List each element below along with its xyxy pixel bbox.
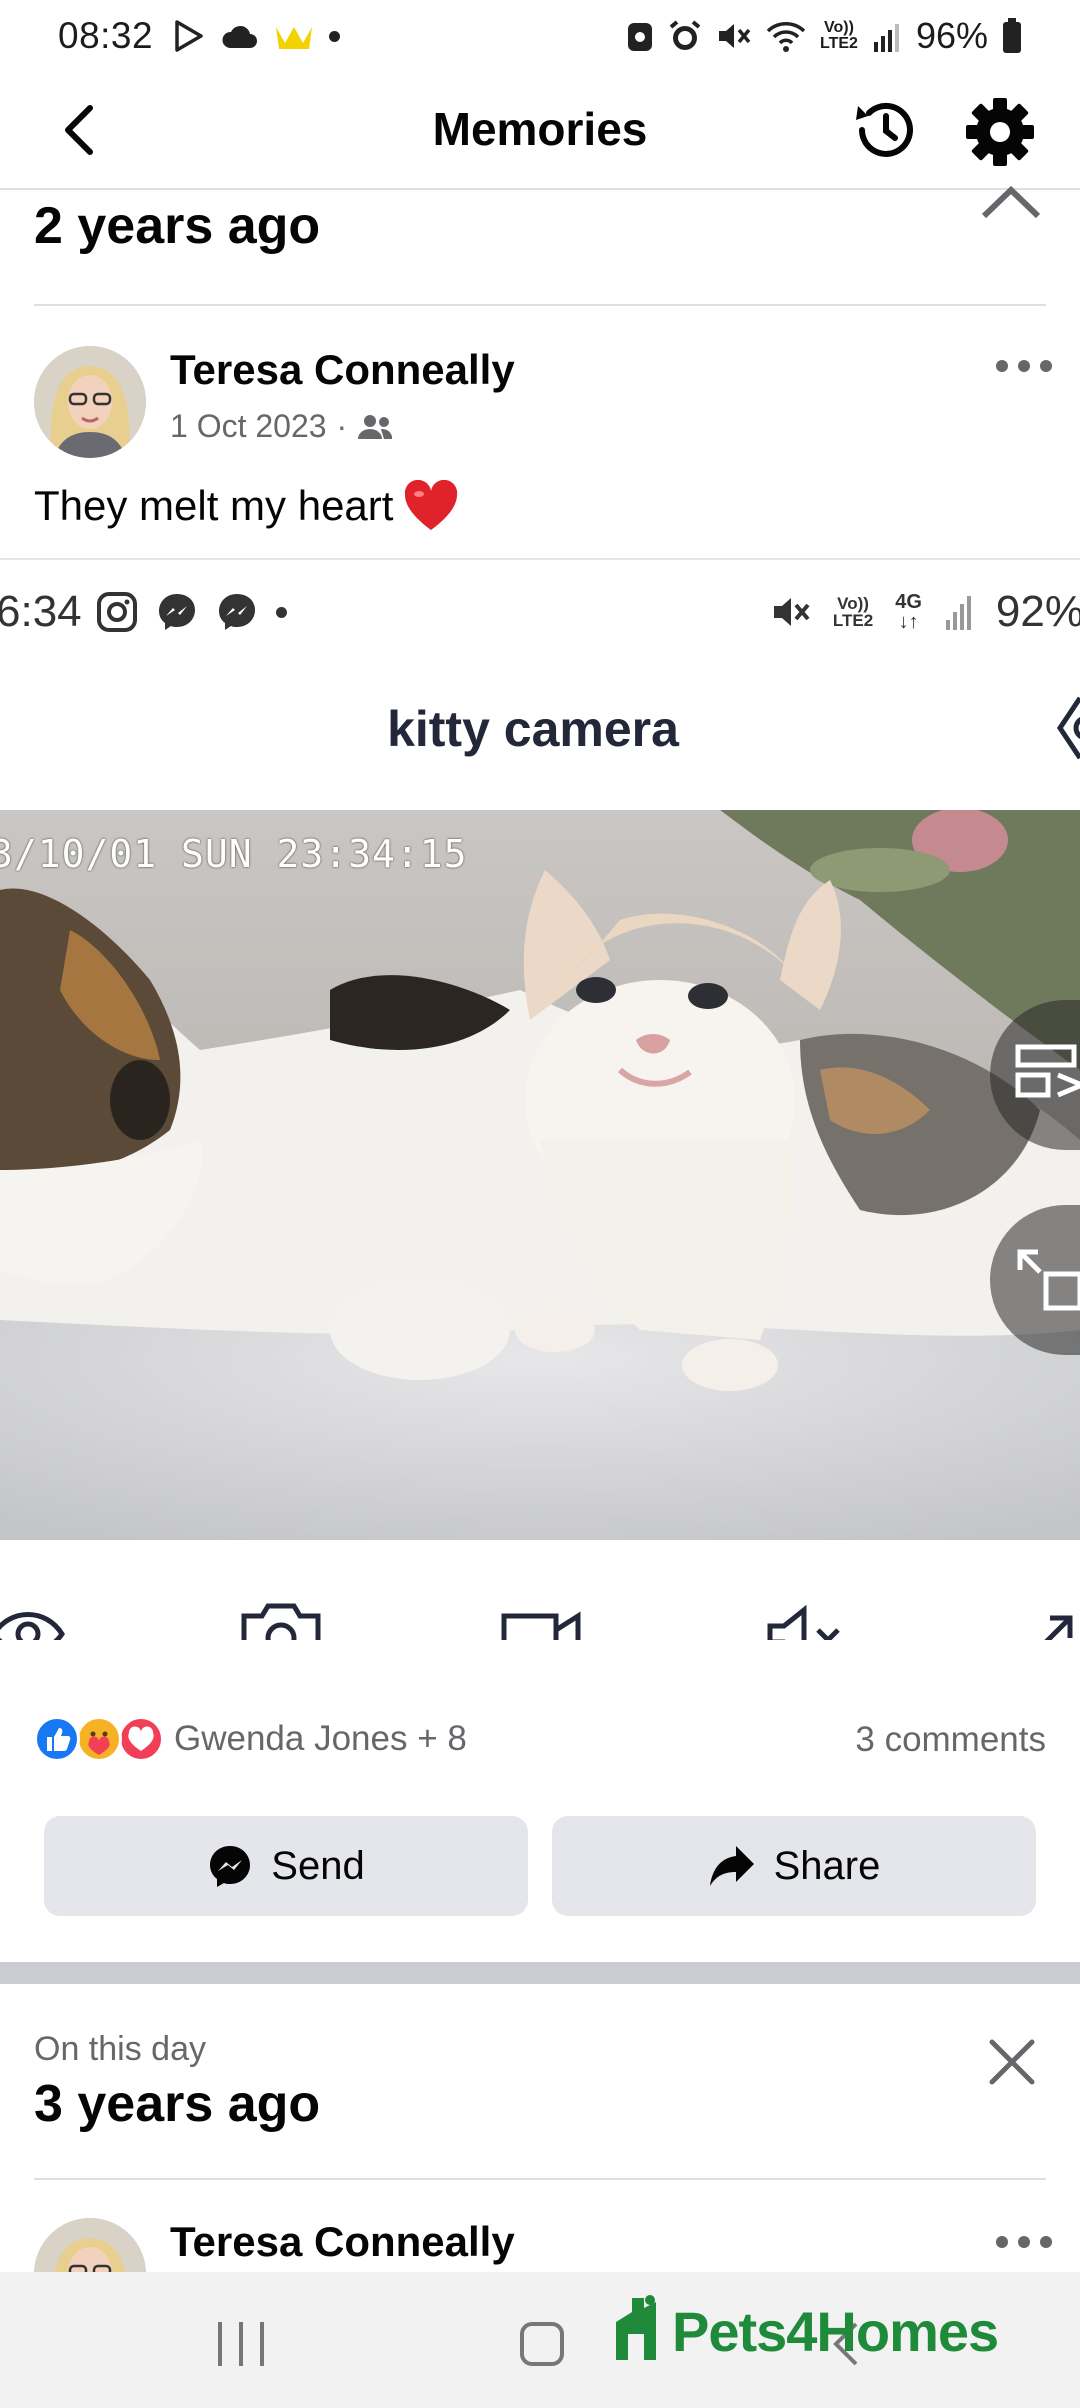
status-bar: 08:32 Vo)) LTE2 96% bbox=[0, 0, 1080, 72]
video-timestamp: 3/10/01 SUN 23:34:15 bbox=[0, 832, 468, 876]
crown-icon bbox=[276, 27, 313, 49]
instagram-icon bbox=[97, 592, 137, 632]
embedded-signal-icon bbox=[945, 596, 971, 630]
messenger-icon bbox=[210, 1846, 251, 1887]
speaker-muted-icon bbox=[767, 1604, 840, 1640]
embedded-battery: 92% bbox=[995, 587, 1080, 636]
memory-years-ago: 2 years ago bbox=[34, 197, 321, 255]
post-meta: 1 Oct 2023 · bbox=[170, 408, 393, 445]
record-video-icon bbox=[501, 1611, 581, 1640]
reaction-names[interactable]: Gwenda Jones + 8 bbox=[174, 1719, 467, 1759]
avatar[interactable] bbox=[34, 346, 146, 458]
comments-count[interactable]: 3 comments bbox=[855, 1720, 1046, 1760]
recents-button[interactable] bbox=[218, 2322, 264, 2366]
watermark-text: Pets4Homes bbox=[672, 2300, 999, 2363]
cloud-icon bbox=[222, 25, 258, 48]
fullscreen-icon bbox=[1044, 1615, 1073, 1640]
kittens-photo bbox=[0, 810, 1080, 1540]
send-label: Send bbox=[271, 1843, 365, 1888]
divider-2 bbox=[34, 2178, 1046, 2180]
post-text: They melt my heart bbox=[34, 480, 459, 532]
home-button[interactable] bbox=[520, 2322, 564, 2366]
memory-years-ago-2: 3 years ago bbox=[34, 2075, 321, 2133]
signal-icon bbox=[873, 24, 899, 52]
share-label: Share bbox=[773, 1843, 881, 1888]
camera-settings-icon bbox=[1056, 696, 1080, 760]
post-author-2[interactable]: Teresa Conneally bbox=[170, 2218, 515, 2266]
embedded-time: 6:34 bbox=[0, 587, 82, 636]
close-icon[interactable] bbox=[986, 2036, 1038, 2088]
embedded-system-icons: Vo)) LTE2 4G ↓↑ 92% bbox=[771, 587, 1080, 637]
status-time: 08:32 bbox=[58, 15, 154, 56]
post-author[interactable]: Teresa Conneally bbox=[170, 346, 515, 394]
battery-percent: 96% bbox=[915, 15, 988, 56]
share-arrow-icon bbox=[709, 1846, 754, 1886]
system-icons: Vo)) LTE2 96% bbox=[626, 15, 1022, 57]
watermark: Pets4Homes bbox=[612, 2294, 999, 2363]
embedded-volte: Vo)) LTE2 bbox=[832, 594, 874, 630]
like-reaction-icon bbox=[34, 1716, 80, 1762]
app-header: Memories bbox=[0, 72, 1080, 190]
alarm-icon bbox=[669, 20, 701, 50]
messenger-icon-2 bbox=[219, 594, 255, 630]
more-options-icon-2[interactable] bbox=[996, 2232, 1052, 2252]
embedded-notification-icons bbox=[96, 591, 287, 633]
camera-controls bbox=[0, 1570, 1080, 1640]
on-this-day-label: On this day bbox=[34, 2030, 206, 2068]
camera-video-feed[interactable]: 3/10/01 SUN 23:34:15 bbox=[0, 810, 1080, 1540]
collapse-chevron-icon[interactable] bbox=[978, 182, 1044, 220]
red-heart-icon bbox=[405, 480, 458, 530]
play-store-icon bbox=[175, 20, 203, 52]
battery-icon bbox=[1003, 18, 1021, 53]
expand-icon bbox=[1017, 1249, 1080, 1311]
share-button[interactable]: Share bbox=[552, 1816, 1036, 1916]
friends-icon bbox=[358, 414, 393, 439]
history-icon[interactable] bbox=[848, 92, 924, 168]
camera-icon bbox=[241, 1603, 321, 1640]
post-text-body: They melt my heart bbox=[34, 482, 394, 529]
embedded-status-bar: 6:34 Vo)) LTE2 4G ↓↑ 92% bbox=[0, 580, 1080, 644]
eye-icon bbox=[0, 1612, 65, 1640]
camera-app-title: kitty camera bbox=[387, 701, 679, 757]
more-options-icon[interactable] bbox=[996, 356, 1052, 376]
gear-icon[interactable] bbox=[962, 94, 1038, 170]
lock-badge-icon bbox=[628, 23, 652, 51]
care-reaction-icon bbox=[76, 1716, 122, 1762]
post-header bbox=[34, 346, 146, 458]
post-image[interactable]: 6:34 Vo)) LTE2 4G ↓↑ 92% kitty camera 3/… bbox=[0, 558, 1080, 1640]
meta-separator: · bbox=[336, 408, 348, 444]
love-reaction-icon bbox=[118, 1716, 164, 1762]
section-separator bbox=[0, 1962, 1080, 1984]
more-notifications-dot bbox=[329, 30, 341, 42]
wifi-icon bbox=[766, 22, 806, 52]
mute-icon bbox=[719, 24, 751, 48]
pets4homes-logo-icon bbox=[616, 2295, 656, 2360]
embedded-mute-icon bbox=[773, 598, 810, 626]
embedded-dot bbox=[276, 606, 287, 618]
post-date[interactable]: 1 Oct 2023 bbox=[170, 408, 327, 445]
notification-icons bbox=[171, 18, 341, 54]
messenger-icon bbox=[159, 594, 195, 630]
system-nav-bar: Pets4Homes bbox=[0, 2272, 1080, 2408]
reactions-summary[interactable]: Gwenda Jones + 8 bbox=[34, 1716, 467, 1762]
volte-indicator: Vo)) LTE2 bbox=[820, 19, 858, 52]
layout-icon bbox=[1015, 1044, 1080, 1098]
divider bbox=[34, 304, 1046, 306]
send-button[interactable]: Send bbox=[44, 1816, 528, 1916]
embedded-4g: 4G ↓↑ bbox=[895, 591, 922, 633]
